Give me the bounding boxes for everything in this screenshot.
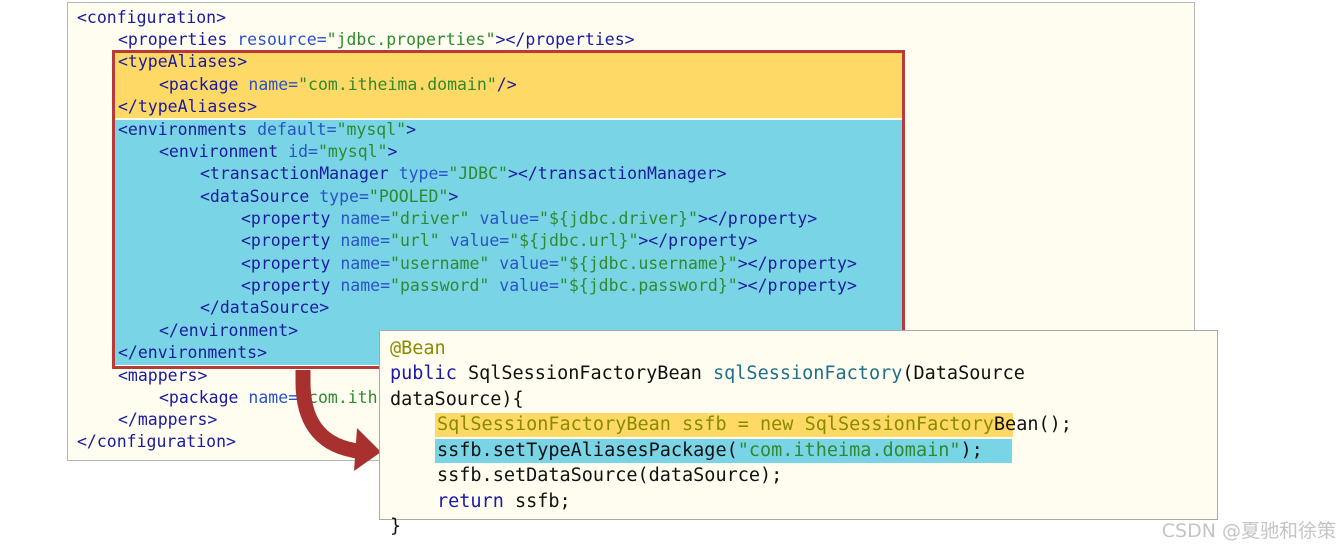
java-token: public (390, 363, 457, 384)
java-token: (DataSource (902, 363, 1025, 384)
java-token: new (760, 414, 794, 435)
watermark: CSDN @夏驰和徐策 (1161, 520, 1336, 542)
java-token: @Bean (390, 338, 446, 359)
java-token: SqlSessionFactoryBean (456, 363, 714, 384)
java-token: ssfb; (503, 491, 571, 512)
java-token: sqlSessionFactory (713, 363, 903, 384)
java-line: public SqlSessionFactoryBean sqlSessionF… (390, 361, 1025, 386)
java-token: } (390, 516, 402, 537)
java-line: @Bean (390, 336, 446, 361)
java-token: SqlSessionFactory (793, 414, 994, 435)
java-token: "com.itheima.domain" (737, 440, 961, 461)
java-token: SqlSessionFactoryBean ssfb = (437, 414, 761, 435)
java-token: ssfb.setTypeAliasesPackage( (437, 440, 738, 461)
java-line: ssfb.setDataSource(dataSource); (437, 463, 782, 488)
java-line: } (390, 514, 401, 539)
java-token: Bean(); (993, 414, 1072, 435)
java-token: ssfb.setDataSource(dataSource); (437, 465, 783, 486)
java-line: SqlSessionFactoryBean ssfb = new SqlSess… (437, 412, 1072, 437)
java-line: dataSource){ (390, 387, 524, 412)
java-token: return (437, 491, 504, 512)
java-token: ); (960, 440, 983, 461)
java-line: ssfb.setTypeAliasesPackage("com.itheima.… (437, 438, 983, 463)
java-token: dataSource){ (390, 389, 524, 410)
java-line: return ssfb; (437, 489, 571, 514)
